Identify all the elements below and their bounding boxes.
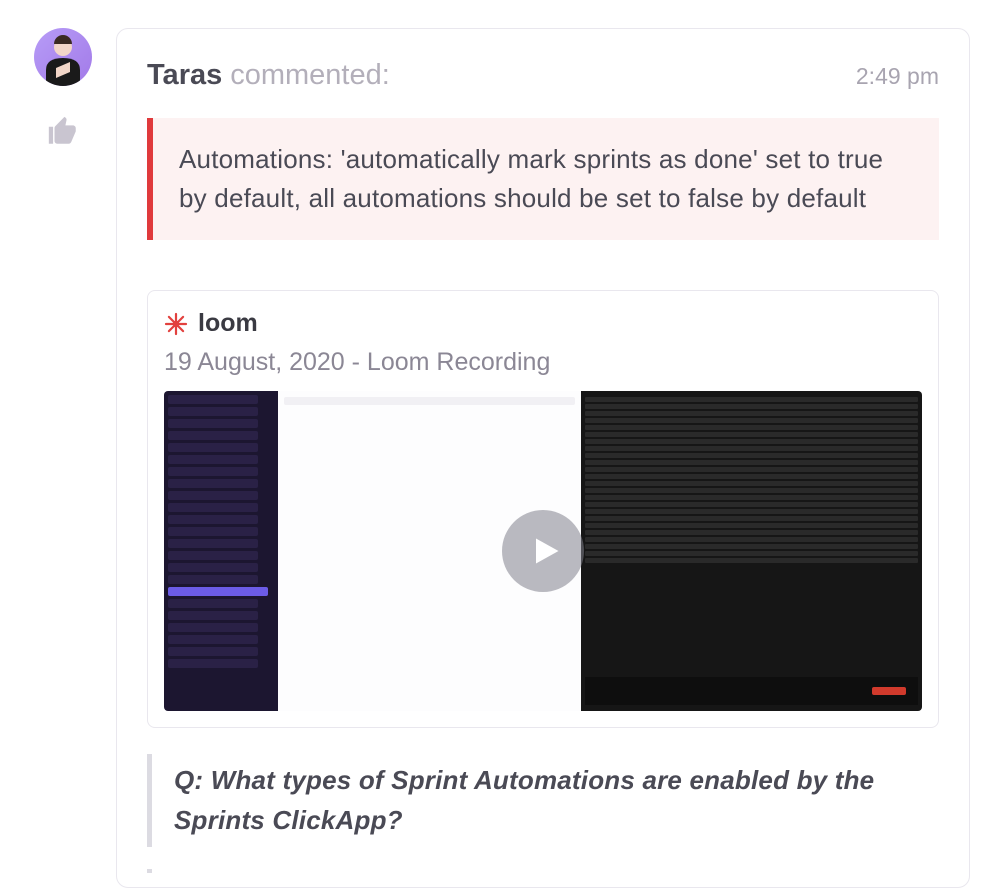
timestamp: 2:49 pm	[856, 63, 939, 90]
thumbs-up-icon[interactable]	[46, 114, 80, 153]
comment-action: commented:	[230, 59, 390, 92]
embed-title: 19 August, 2020 - Loom Recording	[164, 348, 922, 377]
loom-logo-icon	[164, 312, 188, 336]
author-name: Taras	[147, 59, 222, 92]
embed-provider: loom	[198, 309, 258, 338]
comment-card: Taras commented: 2:49 pm Automations: 'a…	[116, 28, 970, 888]
play-button[interactable]	[502, 510, 584, 592]
video-thumbnail[interactable]	[164, 391, 922, 711]
quoted-issue: Automations: 'automatically mark sprints…	[147, 118, 939, 240]
avatar[interactable]	[34, 28, 92, 86]
qa-answer-truncated: A	[147, 869, 939, 873]
qa-question: Q: What types of Sprint Automations are …	[147, 754, 939, 847]
loom-embed-card[interactable]: loom 19 August, 2020 - Loom Recording	[147, 290, 939, 728]
